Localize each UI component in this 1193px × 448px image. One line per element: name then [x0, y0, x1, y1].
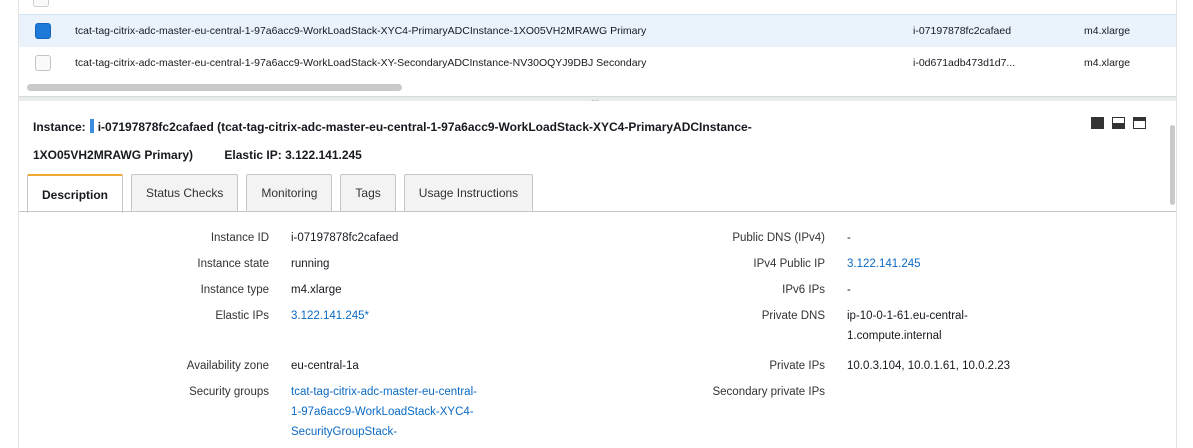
instance-type-value: m4.xlarge — [291, 284, 342, 296]
instance-name-cell: tcat-tag-citrix-adc-master-eu-central-1-… — [75, 25, 647, 37]
checkbox-partial-icon[interactable] — [33, 0, 49, 7]
security-groups-link[interactable]: tcat-tag-citrix-adc-master-eu-central- 1… — [291, 382, 477, 442]
private-ips-value: 10.0.3.104, 10.0.1.61, 10.0.2.23 — [847, 360, 1011, 372]
instance-id-cell: i-07197878fc2cafaed — [913, 25, 1012, 37]
private-dns-line-2: 1.compute.internal — [847, 330, 942, 342]
layout-full-icon[interactable] — [1091, 117, 1104, 129]
elastic-ips-label: Elastic IPs — [215, 310, 269, 322]
instance-type-cell: m4.xlarge — [1084, 25, 1131, 37]
elastic-ip-value: 3.122.141.245 — [285, 148, 362, 162]
private-ips-label: Private IPs — [769, 360, 825, 372]
instance-state-value: running — [291, 258, 330, 270]
security-groups-line-3: SecurityGroupStack- — [291, 426, 398, 438]
security-groups-line-2: 1-97a6acc9-WorkLoadStack-XYC4- — [291, 406, 474, 418]
ec2-instances-view: tcat-tag-citrix-adc-master-eu-central- 1-… — [18, 0, 1177, 448]
elastic-ip-label: Elastic IP: — [224, 148, 282, 162]
instance-header: Instance: i-07197878fc2cafaed (tcat-tag-c… — [33, 113, 1033, 169]
drag-handle-icon[interactable]: ⋯ — [591, 96, 600, 105]
security-groups-label: Security groups — [189, 386, 269, 398]
availability-zone-value: eu-central-1a — [291, 360, 359, 372]
horizontal-scrollbar[interactable] — [27, 84, 402, 91]
table-row[interactable]: tcat-tag-citrix-adc-master-eu-central-1-… — [19, 14, 1176, 48]
private-dns-label: Private DNS — [761, 310, 825, 322]
instance-state-label: Instance state — [197, 258, 269, 270]
secondary-private-ips-label: Secondary private IPs — [712, 386, 825, 398]
instance-id-value: i-07197878fc2cafaed — [291, 232, 399, 244]
description-panel: Instance ID i-07197878fc2cafaed Instance… — [19, 212, 1176, 448]
public-dns-label: Public DNS (IPv4) — [732, 232, 825, 244]
layout-toggle-group — [1091, 117, 1146, 129]
ipv4-public-ip-link[interactable]: 3.122.141.245 — [847, 254, 921, 274]
vertical-scrollbar[interactable] — [1170, 125, 1175, 205]
instance-name-cell: tcat-tag-citrix-adc-master-eu-central-1-… — [75, 57, 647, 69]
private-dns-value: ip-10-0-1-61.eu-central- 1.compute.inter… — [847, 306, 968, 346]
security-groups-line-1: tcat-tag-citrix-adc-master-eu-central- — [291, 386, 477, 398]
layout-top-icon[interactable] — [1133, 117, 1146, 129]
tab-tags[interactable]: Tags — [340, 174, 396, 211]
text-cursor — [89, 119, 94, 133]
checkbox-unchecked-icon[interactable] — [35, 55, 51, 71]
instance-type-cell: m4.xlarge — [1084, 57, 1131, 69]
public-dns-value: - — [847, 232, 851, 244]
instance-title: i-07197878fc2cafaed (tcat-tag-citrix-adc… — [97, 120, 752, 134]
instance-id-cell: i-0d671adb473d1d7... — [913, 57, 1016, 69]
ipv4-public-ip-label: IPv4 Public IP — [753, 258, 825, 270]
checkbox-checked-icon[interactable] — [35, 23, 51, 39]
private-dns-line-1: ip-10-0-1-61.eu-central- — [847, 310, 968, 322]
layout-split-icon[interactable] — [1112, 117, 1125, 129]
tab-usage-instructions[interactable]: Usage Instructions — [403, 174, 534, 211]
ipv6-ips-label: IPv6 IPs — [782, 284, 825, 296]
table-row[interactable]: tcat-tag-citrix-adc-master-eu-central-1-… — [19, 47, 1176, 79]
availability-zone-label: Availability zone — [186, 360, 269, 372]
ipv6-ips-value: - — [847, 284, 851, 296]
tab-description[interactable]: Description — [27, 174, 124, 213]
instance-label: Instance: — [33, 120, 86, 134]
detail-tabs: Description Status Checks Monitoring Tag… — [27, 174, 534, 213]
instance-id-label: Instance ID — [210, 232, 269, 244]
elastic-ips-link[interactable]: 3.122.141.245* — [291, 306, 369, 326]
instance-type-label: Instance type — [200, 284, 269, 296]
tab-status-checks[interactable]: Status Checks — [131, 174, 239, 211]
instance-title-cont: 1XO05VH2MRAWG Primary) — [33, 148, 194, 162]
tab-monitoring[interactable]: Monitoring — [246, 174, 333, 211]
